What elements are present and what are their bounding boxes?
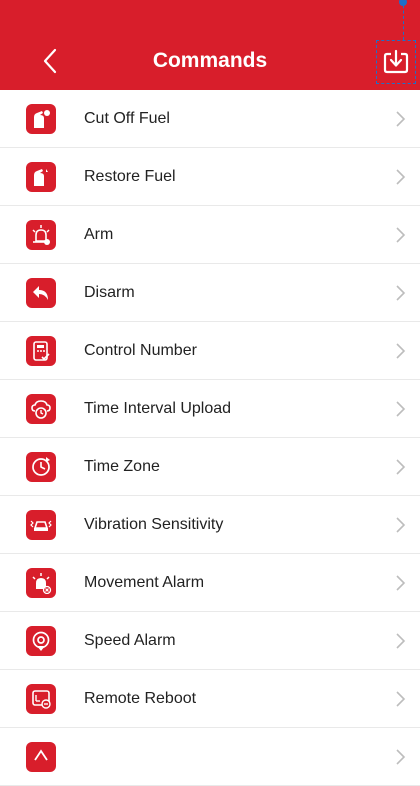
command-row-control-number[interactable]: Control Number [0,322,420,380]
chevron-right-icon [396,632,406,649]
command-row-disarm[interactable]: Disarm [0,264,420,322]
chevron-right-icon [396,690,406,707]
download-icon [383,49,409,74]
command-row-partial[interactable] [0,728,420,786]
chevron-right-icon [396,574,406,591]
command-row-speed-alarm[interactable]: Speed Alarm [0,612,420,670]
fuel-restore-icon [26,161,56,192]
app-header: Commands [0,0,420,90]
command-label: Time Zone [84,457,160,475]
clock-icon [26,451,56,482]
command-row-time-interval-upload[interactable]: Time Interval Upload [0,380,420,438]
time-upload-icon [26,393,56,424]
chevron-right-icon [396,110,406,127]
command-label: Cut Off Fuel [84,109,170,127]
chevron-right-icon [396,748,406,765]
chevron-right-icon [396,226,406,243]
command-row-remote-reboot[interactable]: Remote Reboot [0,670,420,728]
command-label: Arm [84,225,114,243]
chevron-right-icon [396,168,406,185]
command-list: Cut Off Fuel Restore Fuel Arm Disarm Con… [0,90,420,786]
command-row-time-zone[interactable]: Time Zone [0,438,420,496]
command-label: Vibration Sensitivity [84,515,224,533]
command-label: Remote Reboot [84,689,197,707]
chevron-right-icon [396,284,406,301]
partial-icon [26,741,56,772]
annotation-dot [399,0,407,6]
command-label: Control Number [84,341,197,359]
annotation-line [403,0,404,40]
page-title: Commands [152,49,268,72]
chevron-right-icon [396,458,406,475]
chevron-right-icon [396,516,406,533]
chevron-right-icon [396,342,406,359]
command-label: Speed Alarm [84,631,176,649]
command-label: Restore Fuel [84,167,176,185]
undo-disarm-icon [26,277,56,308]
remote-reboot-icon [26,683,56,714]
download-button[interactable] [376,40,416,84]
speed-pin-icon [26,625,56,656]
command-label: Disarm [84,283,135,301]
command-label: Movement Alarm [84,573,205,591]
command-row-vibration-sensitivity[interactable]: Vibration Sensitivity [0,496,420,554]
movement-alarm-icon [26,567,56,598]
chevron-right-icon [396,400,406,417]
siren-arm-icon [26,219,56,250]
command-label: Time Interval Upload [84,399,232,417]
command-row-restore-fuel[interactable]: Restore Fuel [0,148,420,206]
fuel-cut-icon [26,103,56,134]
control-number-icon [26,335,56,366]
command-row-cut-off-fuel[interactable]: Cut Off Fuel [0,90,420,148]
command-row-movement-alarm[interactable]: Movement Alarm [0,554,420,612]
command-row-arm[interactable]: Arm [0,206,420,264]
vibration-car-icon [26,509,56,540]
